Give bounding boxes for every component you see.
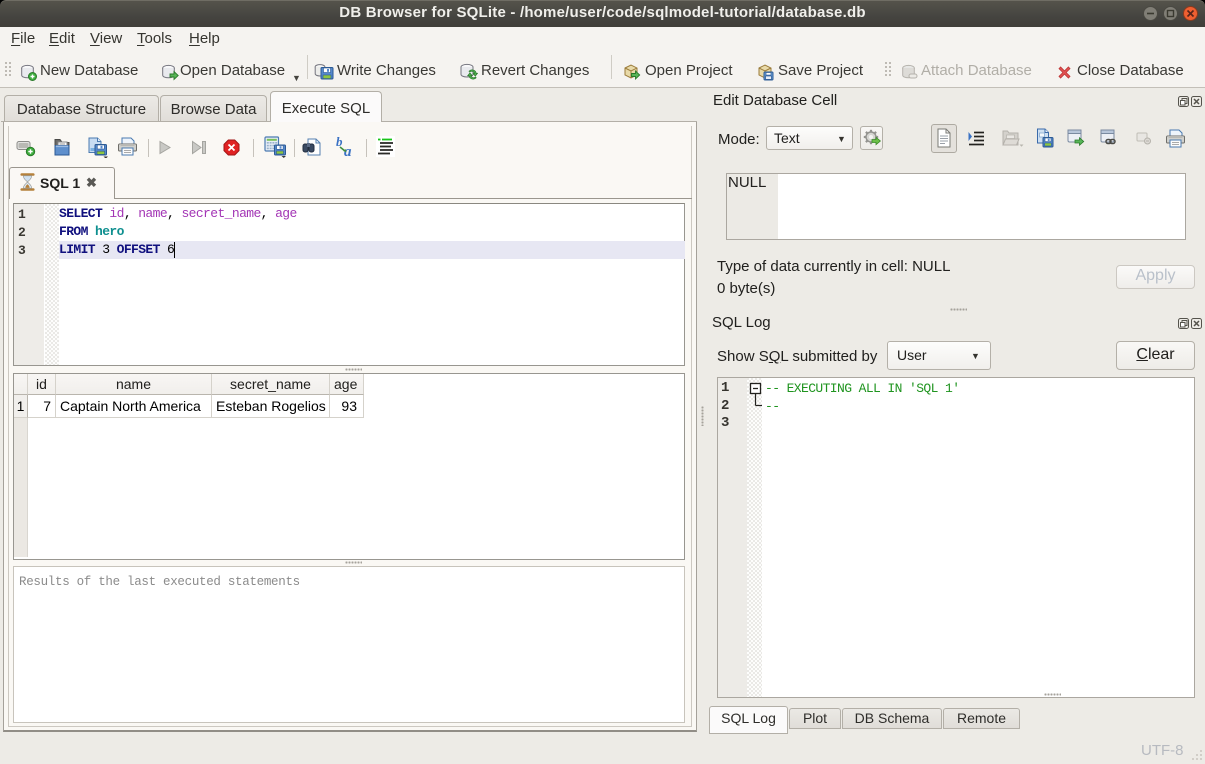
svg-text:b: b [336,136,343,149]
